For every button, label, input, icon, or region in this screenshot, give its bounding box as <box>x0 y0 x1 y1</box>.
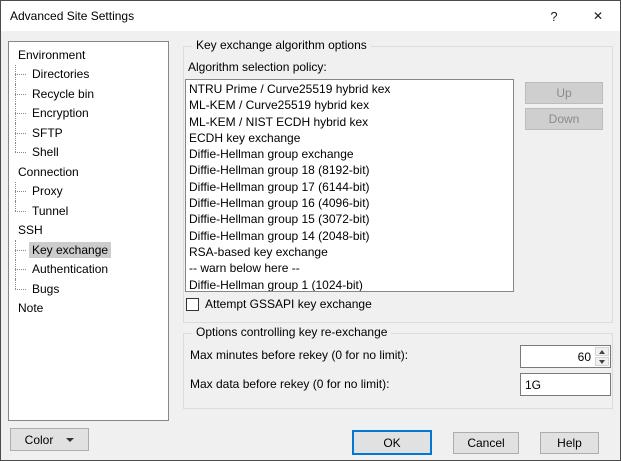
list-item[interactable]: Diffie-Hellman group exchange <box>189 146 513 162</box>
tree-connector <box>15 123 29 143</box>
tree-connector <box>15 279 29 299</box>
tree-connector <box>15 201 29 221</box>
spinner-up-icon[interactable] <box>595 347 609 356</box>
tree-item-connection[interactable]: Connection <box>9 162 168 182</box>
max-data-label: Max data before rekey (0 for no limit): <box>190 377 389 391</box>
max-data-input[interactable] <box>520 373 611 396</box>
list-item[interactable]: Diffie-Hellman group 17 (6144-bit) <box>189 179 513 195</box>
tree-item-tunnel[interactable]: Tunnel <box>9 201 168 221</box>
tree-connector <box>15 65 29 85</box>
tree-item-key-exchange[interactable]: Key exchange <box>9 240 168 260</box>
up-button[interactable]: Up <box>525 82 603 104</box>
titlebar: Advanced Site Settings ? ✕ <box>1 1 620 31</box>
window-title: Advanced Site Settings <box>10 9 134 23</box>
ok-button[interactable]: OK <box>352 430 432 455</box>
gssapi-checkbox[interactable] <box>186 298 199 311</box>
group-title: Options controlling key re-exchange <box>192 325 391 339</box>
list-item[interactable]: ECDH key exchange <box>189 130 513 146</box>
list-item[interactable]: Diffie-Hellman group 15 (3072-bit) <box>189 211 513 227</box>
help-button[interactable]: Help <box>540 432 599 454</box>
tree-item-encryption[interactable]: Encryption <box>9 104 168 124</box>
policy-label: Algorithm selection policy: <box>188 60 327 74</box>
cancel-button[interactable]: Cancel <box>453 432 519 454</box>
down-button[interactable]: Down <box>525 108 603 130</box>
tree-item-sftp[interactable]: SFTP <box>9 123 168 143</box>
color-button[interactable]: Color <box>10 428 89 451</box>
color-button-label: Color <box>25 433 54 447</box>
spinner-down-icon[interactable] <box>595 357 609 366</box>
settings-tree: Environment Directories Recycle bin Encr… <box>8 41 169 421</box>
max-minutes-spinner <box>520 345 611 368</box>
gssapi-checkbox-label: Attempt GSSAPI key exchange <box>205 297 372 311</box>
tree-item-environment[interactable]: Environment <box>9 45 168 65</box>
chevron-down-icon <box>66 438 74 442</box>
list-item[interactable]: Diffie-Hellman group 16 (4096-bit) <box>189 195 513 211</box>
tree-item-authentication[interactable]: Authentication <box>9 260 168 280</box>
kex-options-group: Key exchange algorithm options Algorithm… <box>183 46 613 323</box>
close-icon[interactable]: ✕ <box>576 1 620 31</box>
list-item[interactable]: Diffie-Hellman group 18 (8192-bit) <box>189 162 513 178</box>
advanced-site-settings-dialog: Advanced Site Settings ? ✕ Environment D… <box>0 0 621 461</box>
tree-connector <box>15 143 29 163</box>
tree-item-bugs[interactable]: Bugs <box>9 279 168 299</box>
tree-item-proxy[interactable]: Proxy <box>9 182 168 202</box>
help-icon[interactable]: ? <box>532 1 576 31</box>
rekey-options-group: Options controlling key re-exchange Max … <box>183 333 613 409</box>
list-item[interactable]: Diffie-Hellman group 14 (2048-bit) <box>189 228 513 244</box>
algorithm-policy-list[interactable]: NTRU Prime / Curve25519 hybrid kex ML-KE… <box>185 79 514 292</box>
tree-item-shell[interactable]: Shell <box>9 143 168 163</box>
tree-connector <box>15 182 29 202</box>
tree-connector <box>15 84 29 104</box>
tree-connector <box>15 260 29 280</box>
tree-item-recycle-bin[interactable]: Recycle bin <box>9 84 168 104</box>
tree-connector <box>15 104 29 124</box>
tree-item-directories[interactable]: Directories <box>9 65 168 85</box>
gssapi-checkbox-row[interactable]: Attempt GSSAPI key exchange <box>186 297 372 311</box>
list-item[interactable]: Diffie-Hellman group 1 (1024-bit) <box>189 277 513 292</box>
tree-item-note[interactable]: Note <box>9 299 168 319</box>
group-title: Key exchange algorithm options <box>192 38 371 52</box>
list-item[interactable]: RSA-based key exchange <box>189 244 513 260</box>
max-minutes-label: Max minutes before rekey (0 for no limit… <box>190 348 408 362</box>
max-minutes-input[interactable] <box>521 346 594 367</box>
tree-connector <box>15 240 29 260</box>
tree-item-ssh[interactable]: SSH <box>9 221 168 241</box>
list-item[interactable]: -- warn below here -- <box>189 260 513 276</box>
list-item[interactable]: ML-KEM / NIST ECDH hybrid kex <box>189 114 513 130</box>
list-item[interactable]: ML-KEM / Curve25519 hybrid kex <box>189 97 513 113</box>
list-item[interactable]: NTRU Prime / Curve25519 hybrid kex <box>189 81 513 97</box>
